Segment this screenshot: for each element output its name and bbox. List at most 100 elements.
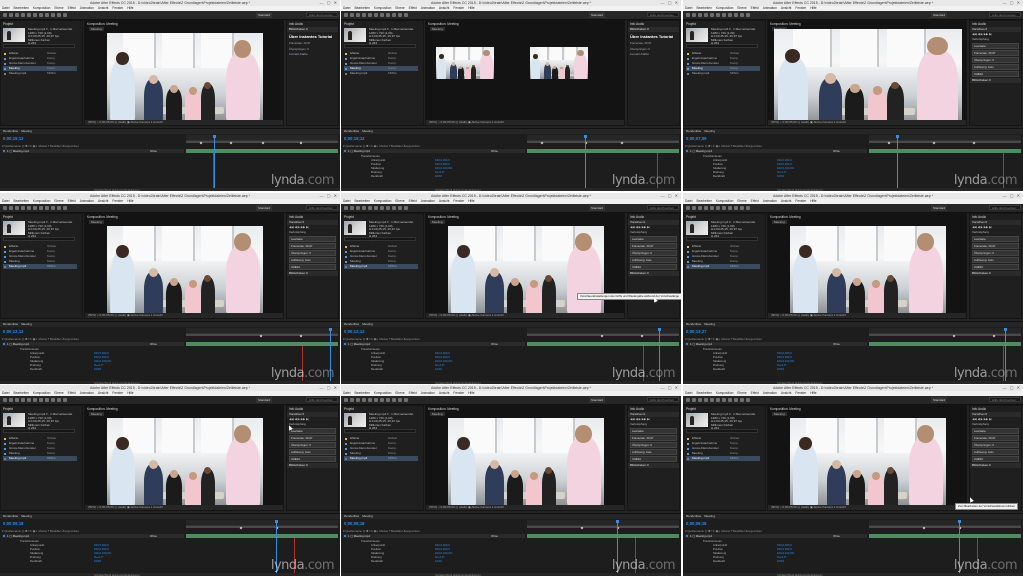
tool-icon[interactable]	[350, 13, 354, 17]
transform-property[interactable]: Deckkraft	[713, 174, 725, 178]
keyframe-marker[interactable]	[992, 334, 996, 338]
menu-item[interactable]: Datei	[685, 391, 692, 395]
preview-option[interactable]: Framerate: 29,97	[630, 243, 677, 249]
preview-option[interactable]: Überspringen: 0	[972, 57, 1019, 63]
preview-option[interactable]: Vollbild	[972, 264, 1019, 270]
shortcut-select[interactable]: Leertaste	[972, 428, 1019, 434]
menu-item[interactable]: Ansicht	[781, 391, 791, 395]
transform-value[interactable]: 100%	[435, 559, 442, 563]
menu-item[interactable]: Bearbeiten	[696, 199, 711, 203]
timeline-footer[interactable]: Schalter/Modi aktivieren/deaktivieren	[683, 188, 1023, 191]
workspace-switcher[interactable]: Standard	[256, 397, 273, 403]
tool-icon[interactable]	[39, 206, 43, 210]
preview-option[interactable]: Überspringen: 0	[630, 442, 677, 448]
menu-item[interactable]: Fenster	[795, 391, 806, 395]
tool-icon[interactable]	[27, 206, 31, 210]
tool-icon[interactable]	[392, 13, 396, 17]
timeline-footer[interactable]: Schalter/Modi aktivieren/deaktivieren	[341, 188, 681, 191]
tool-icon[interactable]	[686, 398, 690, 402]
tool-icon[interactable]	[3, 13, 7, 17]
preview-option[interactable]: Vollbild	[289, 456, 336, 462]
keyframe-marker[interactable]	[261, 141, 265, 145]
menu-item[interactable]: Datei	[2, 199, 9, 203]
shortcut-select[interactable]: Leertaste	[630, 428, 677, 434]
layer-row[interactable]: 1 ▢ Meeting.mp4 Ohne	[343, 534, 525, 538]
menu-item[interactable]: Animation	[80, 391, 94, 395]
playhead-handle[interactable]	[584, 135, 587, 138]
transform-value[interactable]: 100%	[435, 367, 442, 371]
project-list-item[interactable]: Meeting.mp4 MPEG	[344, 456, 418, 461]
timeline-tab[interactable]: Renderliste	[686, 322, 701, 326]
menu-item[interactable]: Komposition	[374, 199, 392, 203]
layer-mode[interactable]: Ohne	[150, 149, 157, 153]
work-area-bar[interactable]	[527, 526, 679, 528]
tool-icon[interactable]	[9, 206, 13, 210]
workspace-switcher[interactable]: Standard	[589, 205, 606, 211]
tool-icon[interactable]	[686, 206, 690, 210]
menu-item[interactable]: Effekt	[751, 6, 759, 10]
work-area-bar[interactable]	[527, 141, 679, 143]
tool-icon[interactable]	[368, 398, 372, 402]
project-search-input[interactable]	[344, 429, 416, 433]
playhead-handle[interactable]	[658, 328, 661, 331]
timeline-tab[interactable]: Meeting	[704, 322, 715, 326]
timeline-panel[interactable]: Renderliste Meeting 0;00;13;27 # Quellenn…	[683, 321, 1023, 384]
help-search-input[interactable]: Hilfe durchsuchen	[989, 12, 1021, 17]
playhead-handle[interactable]	[958, 520, 961, 523]
tool-icon[interactable]	[45, 398, 49, 402]
menu-item[interactable]: Animation	[421, 6, 435, 10]
libraries-header[interactable]: Bibliotheken ≡	[970, 463, 1021, 468]
help-search-input[interactable]: Hilfe durchsuchen	[306, 12, 338, 17]
layer-row[interactable]: 1 ▢ Meeting.mp4 Ohne	[2, 342, 184, 346]
project-search-input[interactable]	[3, 237, 75, 241]
help-search-input[interactable]: Hilfe durchsuchen	[647, 397, 679, 402]
preview-option[interactable]: Framerate: 29,97	[972, 435, 1019, 441]
preview-option[interactable]: Auflösung: Auto	[972, 257, 1019, 263]
layer-row[interactable]: 1 ▢ Meeting.mp4 Ohne	[685, 149, 867, 153]
menu-item[interactable]: Effekt	[68, 199, 76, 203]
keyframe-marker[interactable]	[239, 526, 243, 530]
comp-breadcrumb[interactable]: Meeting	[89, 27, 104, 31]
preview-option[interactable]: Vollbild	[630, 264, 677, 270]
menu-item[interactable]: Ansicht	[98, 199, 108, 203]
comp-breadcrumb[interactable]: Meeting	[89, 412, 104, 416]
menu-item[interactable]: Komposition	[33, 199, 51, 203]
keyframe-marker[interactable]	[620, 141, 624, 145]
libraries-header[interactable]: Bibliotheken ≡	[287, 271, 338, 276]
tool-icon[interactable]	[716, 206, 720, 210]
playhead-line[interactable]	[214, 135, 215, 191]
layer-row[interactable]: 1 ▢ Meeting.mp4 Ohne	[343, 149, 525, 153]
menu-item[interactable]: Ebene	[54, 391, 63, 395]
menu-item[interactable]: Fenster	[453, 391, 464, 395]
tool-icon[interactable]	[21, 13, 25, 17]
transform-value[interactable]: 100%	[777, 559, 784, 563]
composition-viewer[interactable]: Komposition: Meeting Meeting (50%) ⌂ 0;0…	[425, 213, 625, 319]
workspace-switcher[interactable]: Standard	[256, 12, 273, 18]
menu-item[interactable]: Effekt	[751, 199, 759, 203]
preview-option[interactable]: Vollbild	[972, 71, 1019, 77]
timeline-tab[interactable]: Renderliste	[686, 514, 701, 518]
menu-item[interactable]: Bearbeiten	[354, 391, 369, 395]
project-list-item[interactable]: Meeting.mp4 MPEG	[686, 71, 760, 76]
tool-icon[interactable]	[15, 206, 19, 210]
menu-item[interactable]: Hilfe	[468, 199, 474, 203]
viewer-status-bar[interactable]: (50%) ⌂ 0;00;05;00 ◎ (Halb) ▣ Aktive Kam…	[768, 313, 966, 318]
timeline-tab[interactable]: Meeting	[21, 129, 32, 133]
menu-item[interactable]: Ansicht	[98, 6, 108, 10]
project-panel-tab[interactable]: Projekt	[344, 215, 354, 219]
timeline-panel[interactable]: Renderliste Meeting 0;00;12;12 # Quellenn…	[0, 321, 340, 384]
composition-viewer[interactable]: Komposition: Meeting Meeting (50%) ⌂ 0;0…	[84, 213, 284, 319]
viewer-status-bar[interactable]: (50%) ⌂ 0;00;05;00 ◎ (Halb) ▣ Aktive Kam…	[768, 120, 966, 125]
keyframe-marker[interactable]	[887, 141, 891, 145]
menu-item[interactable]: Fenster	[453, 6, 464, 10]
playhead-handle[interactable]	[896, 135, 899, 138]
tool-icon[interactable]	[33, 398, 37, 402]
viewer-status-bar[interactable]: (50%) ⌂ 0;00;05;00 ◎ (Halb) ▣ Aktive Kam…	[426, 505, 624, 510]
menu-item[interactable]: Effekt	[409, 6, 417, 10]
lumetri-link[interactable]: Lumetri-Farbe	[628, 52, 679, 57]
work-area-bar[interactable]	[869, 526, 1021, 528]
preview-option[interactable]: Auflösung: Auto	[289, 449, 336, 455]
tool-icon[interactable]	[57, 398, 61, 402]
tool-icon[interactable]	[356, 398, 360, 402]
tool-icon[interactable]	[692, 206, 696, 210]
